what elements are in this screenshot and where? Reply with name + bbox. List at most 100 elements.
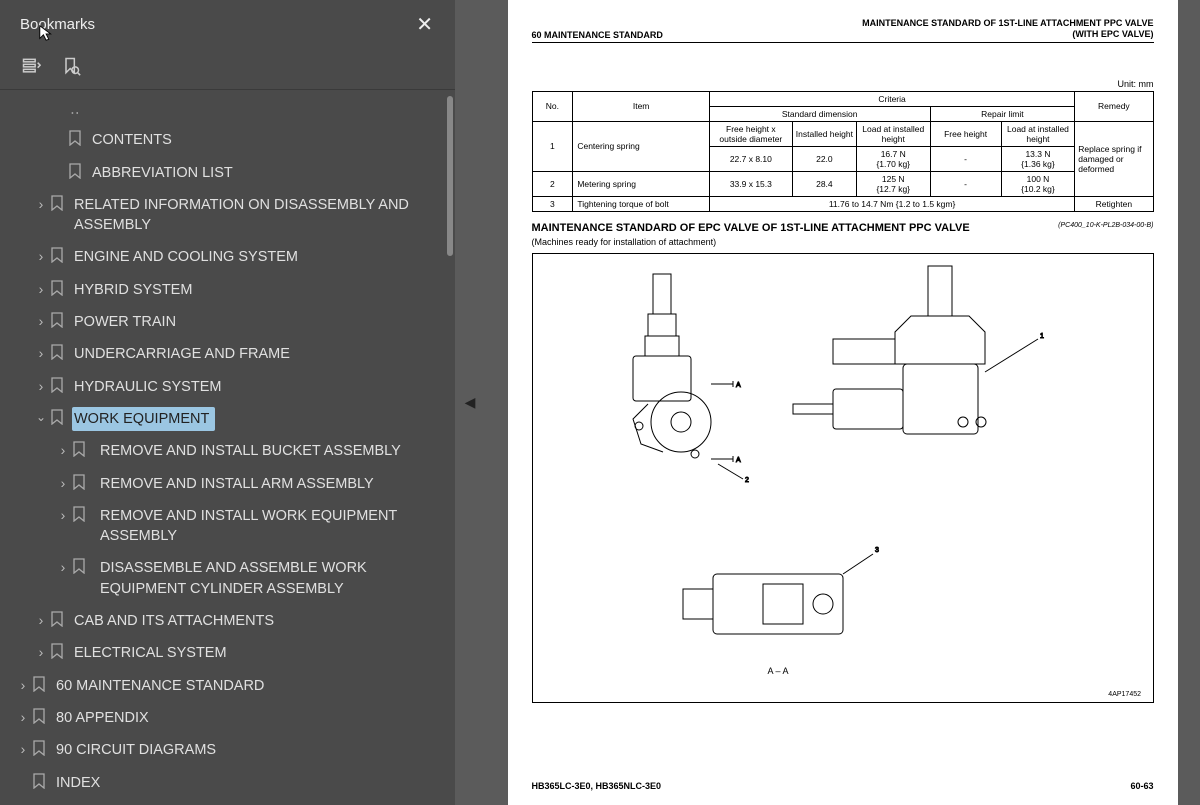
bookmark-icon	[68, 128, 90, 146]
unit-label: Unit: mm	[532, 43, 1154, 91]
document-viewport[interactable]: 60 MAINTENANCE STANDARD MAINTENANCE STAN…	[485, 0, 1200, 805]
bookmark-label: ENGINE AND COOLING SYSTEM	[72, 245, 304, 269]
svg-text:A: A	[736, 382, 741, 389]
header-left: 60 MAINTENANCE STANDARD	[532, 30, 663, 40]
bookmark-item[interactable]: 90 CIRCUIT DIAGRAMS	[0, 734, 445, 766]
bookmark-label: ELECTRICAL SYSTEM	[72, 641, 233, 665]
bookmark-item[interactable]: WORK EQUIPMENT	[0, 403, 445, 435]
chevron-none	[50, 128, 68, 130]
chevron-right-icon[interactable]	[32, 342, 50, 364]
chevron-right-icon[interactable]	[54, 439, 72, 461]
bookmark-icon	[50, 278, 72, 296]
section-label: A – A	[767, 666, 788, 676]
chevron-right-icon[interactable]	[32, 193, 50, 215]
bookmark-label: WORK EQUIPMENT	[72, 407, 215, 431]
chevron-none	[14, 771, 32, 773]
bookmark-item[interactable]: REMOVE AND INSTALL WORK EQUIPMENT ASSEMB…	[0, 500, 445, 553]
bookmark-item[interactable]: REMOVE AND INSTALL ARM ASSEMBLY	[0, 468, 445, 500]
bookmark-item[interactable]: HYDRAULIC SYSTEM	[0, 371, 445, 403]
bookmark-item[interactable]: CONTENTS	[0, 124, 445, 156]
bookmark-item[interactable]: ENGINE AND COOLING SYSTEM	[0, 241, 445, 273]
bookmark-item[interactable]: RELATED INFORMATION ON DISASSEMBLY AND A…	[0, 189, 445, 242]
bookmark-item[interactable]: REMOVE AND INSTALL BUCKET ASSEMBLY	[0, 435, 445, 467]
footer-model: HB365LC-3E0, HB365NLC-3E0	[532, 781, 662, 791]
bookmark-label: HYDRAULIC SYSTEM	[72, 375, 227, 399]
svg-text:2: 2	[745, 477, 749, 484]
bookmark-icon	[32, 674, 54, 692]
bookmark-icon	[50, 609, 72, 627]
find-bookmark-icon[interactable]	[60, 55, 82, 77]
footer-page-number: 60-63	[1130, 781, 1153, 791]
bookmark-label: UNDERCARRIAGE AND FRAME	[72, 342, 296, 366]
chevron-right-icon[interactable]	[14, 738, 32, 760]
criteria-table: No. Item Criteria Remedy Standard dimens…	[532, 91, 1154, 212]
bookmark-icon	[50, 342, 72, 360]
bookmark-item[interactable]: INDEX	[0, 767, 445, 799]
chevron-right-icon[interactable]	[14, 706, 32, 728]
sidebar-toolbar	[0, 45, 455, 90]
bookmark-label: DISASSEMBLE AND ASSEMBLE WORK EQUIPMENT …	[94, 556, 439, 601]
bookmark-icon	[72, 439, 94, 457]
bookmark-label: REMOVE AND INSTALL BUCKET ASSEMBLY	[94, 439, 407, 463]
pdf-page: 60 MAINTENANCE STANDARD MAINTENANCE STAN…	[508, 0, 1178, 805]
bookmark-item-truncated: ‥	[0, 96, 445, 124]
bookmark-item[interactable]: 60 MAINTENANCE STANDARD	[0, 670, 445, 702]
chevron-right-icon[interactable]	[32, 278, 50, 300]
chevron-right-icon[interactable]	[14, 674, 32, 696]
chevron-right-icon[interactable]	[32, 375, 50, 397]
scrollbar-thumb[interactable]	[447, 96, 453, 256]
sidebar-collapse-handle[interactable]: ◀	[455, 0, 485, 805]
outline-options-icon[interactable]	[20, 55, 42, 77]
bookmark-tree: ‥CONTENTS ABBREVIATION LIST RELATED INFORM…	[0, 90, 455, 805]
chevron-right-icon[interactable]	[32, 609, 50, 631]
bookmark-item[interactable]: HYBRID SYSTEM	[0, 274, 445, 306]
bookmark-label: CAB AND ITS ATTACHMENTS	[72, 609, 280, 633]
bookmark-item[interactable]: CAB AND ITS ATTACHMENTS	[0, 605, 445, 637]
bookmark-icon	[72, 504, 94, 522]
chevron-right-icon[interactable]	[54, 556, 72, 578]
chevron-left-icon: ◀	[465, 394, 476, 411]
bookmarks-sidebar: Bookmarks ✕ ‥CONTENTS ABBREVIATION LIST RE…	[0, 0, 455, 805]
chevron-right-icon[interactable]	[32, 245, 50, 267]
bookmark-label: REMOVE AND INSTALL ARM ASSEMBLY	[94, 472, 380, 496]
bookmark-icon	[32, 738, 54, 756]
bookmark-item[interactable]: POWER TRAIN	[0, 306, 445, 338]
bookmark-item[interactable]: UNDERCARRIAGE AND FRAME	[0, 338, 445, 370]
bookmark-label: POWER TRAIN	[72, 310, 182, 334]
bookmark-icon	[32, 706, 54, 724]
chevron-right-icon[interactable]	[32, 641, 50, 663]
bookmark-item[interactable]: 80 APPENDIX	[0, 702, 445, 734]
bookmark-label: 80 APPENDIX	[54, 706, 155, 730]
chevron-right-icon[interactable]	[54, 472, 72, 494]
bookmark-icon	[50, 310, 72, 328]
bookmark-icon	[50, 245, 72, 263]
chevron-right-icon[interactable]	[54, 504, 72, 526]
bookmark-label: 60 MAINTENANCE STANDARD	[54, 674, 270, 698]
bookmark-item[interactable]: ELECTRICAL SYSTEM	[0, 637, 445, 669]
chevron-none	[50, 161, 68, 163]
section-note: (Machines ready for installation of atta…	[532, 237, 1154, 247]
chevron-right-icon[interactable]	[32, 310, 50, 332]
page-header: 60 MAINTENANCE STANDARD MAINTENANCE STAN…	[532, 18, 1154, 43]
bookmark-item[interactable]: ABBREVIATION LIST	[0, 157, 445, 189]
page-footer: HB365LC-3E0, HB365NLC-3E0 60-63	[532, 781, 1154, 791]
bookmark-label: REMOVE AND INSTALL WORK EQUIPMENT ASSEMB…	[94, 504, 439, 549]
chevron-down-icon[interactable]	[32, 407, 50, 426]
section-title: MAINTENANCE STANDARD OF EPC VALVE OF 1ST…	[532, 222, 1154, 235]
bookmark-icon	[50, 407, 72, 425]
svg-text:1: 1	[1040, 333, 1044, 340]
bookmark-label: INDEX	[54, 771, 106, 795]
technical-diagram: A A 2 1	[532, 253, 1154, 703]
bookmark-label: 90 CIRCUIT DIAGRAMS	[54, 738, 222, 762]
bookmark-icon	[50, 641, 72, 659]
bookmark-item[interactable]: DISASSEMBLE AND ASSEMBLE WORK EQUIPMENT …	[0, 552, 445, 605]
close-icon[interactable]: ✕	[406, 8, 443, 41]
sidebar-header: Bookmarks ✕	[0, 0, 455, 45]
svg-text:A: A	[736, 457, 741, 464]
bookmark-label: ABBREVIATION LIST	[90, 161, 239, 185]
bookmark-icon	[50, 193, 72, 211]
sidebar-title: Bookmarks	[20, 16, 95, 33]
diagram-code: 4AP17452	[1108, 691, 1141, 698]
bookmark-icon	[72, 472, 94, 490]
bookmark-icon	[50, 375, 72, 393]
